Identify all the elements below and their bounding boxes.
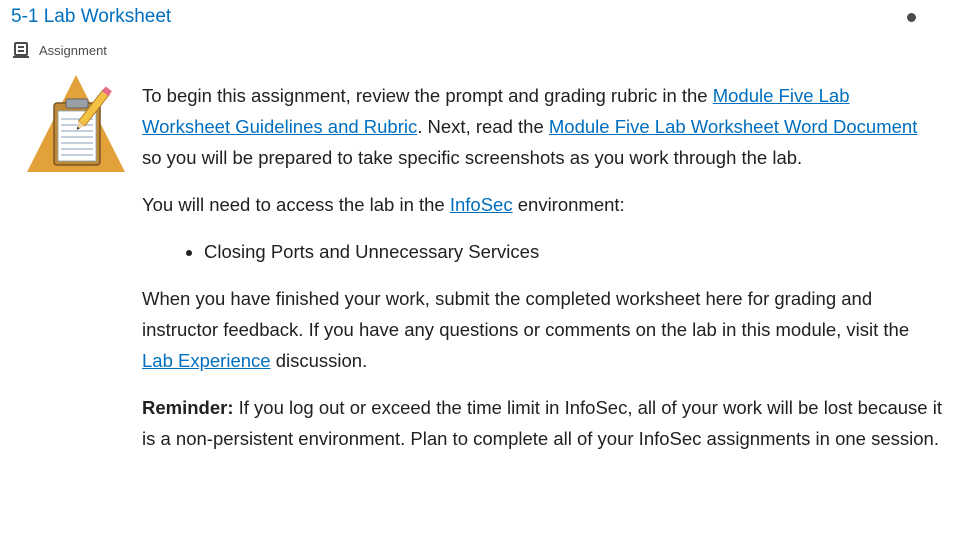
- assignment-title-link[interactable]: 5-1 Lab Worksheet: [11, 5, 171, 29]
- status-dot-icon: [907, 13, 916, 22]
- list-item: Closing Ports and Unnecessary Services: [204, 236, 942, 267]
- reminder-paragraph: Reminder: If you log out or exceed the t…: [142, 397, 942, 449]
- access-paragraph: You will need to access the lab in the I…: [142, 194, 625, 215]
- reminder-label: Reminder:: [142, 397, 234, 418]
- submission-paragraph: When you have finished your work, submit…: [142, 288, 910, 371]
- assignment-type-label: Assignment: [39, 42, 107, 58]
- assignment-instructions: To begin this assignment, review the pro…: [142, 80, 942, 470]
- assignment-type: Assignment: [12, 39, 107, 61]
- lab-list: Closing Ports and Unnecessary Services: [142, 236, 942, 267]
- intro-paragraph: To begin this assignment, review the pro…: [142, 85, 918, 168]
- assignment-icon: [12, 41, 30, 59]
- lab-experience-link[interactable]: Lab Experience: [142, 350, 271, 371]
- infosec-link[interactable]: InfoSec: [450, 194, 513, 215]
- clipboard-pencil-icon: [26, 73, 126, 178]
- word-document-link[interactable]: Module Five Lab Worksheet Word Document: [549, 116, 917, 137]
